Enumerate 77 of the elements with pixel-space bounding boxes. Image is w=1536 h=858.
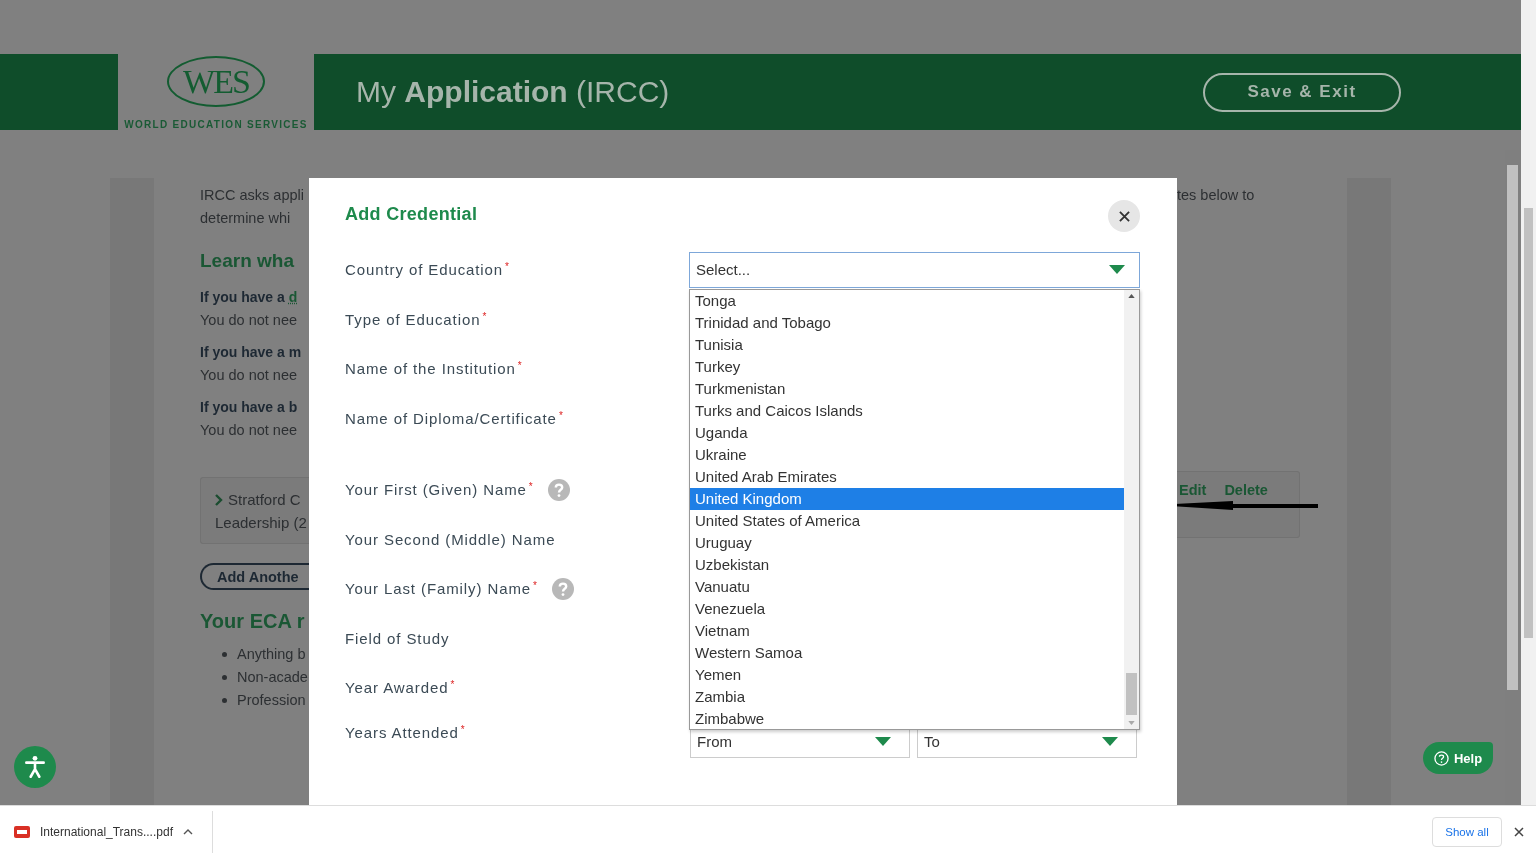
section-heading: Learn wha (200, 250, 295, 272)
pdf-file-icon (14, 826, 30, 838)
note-text: You do not nee (200, 421, 299, 440)
dropdown-option[interactable]: Turkey (690, 356, 1124, 378)
dropdown-option[interactable]: Tunisia (690, 334, 1124, 356)
field-label: Your Second (Middle) Name (345, 530, 556, 548)
accessibility-icon (22, 754, 48, 780)
intro-text: IRCC asks appli (200, 186, 305, 205)
dropdown-option[interactable]: Tonga (690, 290, 1124, 312)
page-title: My Application (IRCC) (356, 75, 670, 109)
dropdown-option[interactable]: Vanuatu (690, 576, 1124, 598)
field-label: Type of Education* (345, 310, 488, 328)
dropdown-option[interactable]: United Arab Emirates (690, 466, 1124, 488)
bullet-icon (222, 675, 227, 680)
dropdown-option[interactable]: Trinidad and Tobago (690, 312, 1124, 334)
field-label: Name of Diploma/Certificate* (345, 409, 564, 427)
note-heading: If you have a b (200, 398, 299, 417)
scrollbar[interactable] (1521, 0, 1536, 805)
scrollbar-thumb[interactable] (1126, 673, 1137, 715)
bullet-icon (222, 698, 227, 703)
intro-text: tes below to (1177, 186, 1256, 205)
dropdown-option[interactable]: Turks and Caicos Islands (690, 400, 1124, 422)
credential-name: Stratford C (228, 490, 301, 510)
note-text: You do not nee (200, 366, 299, 385)
close-button[interactable] (1108, 200, 1140, 232)
caret-icon (875, 736, 891, 746)
caret-icon (1109, 265, 1125, 275)
intro-text: determine whi (200, 209, 292, 228)
dropdown-option[interactable]: United States of America (690, 510, 1124, 532)
dropdown-option[interactable]: Zambia (690, 686, 1124, 708)
dropdown-option[interactable]: Venezuela (690, 598, 1124, 620)
download-file-name[interactable]: International_Trans....pdf (40, 825, 173, 839)
note-text: You do not nee (200, 311, 299, 330)
dropdown-option[interactable]: Turkmenistan (690, 378, 1124, 400)
logo-text: WORLD EDUCATION SERVICES (124, 119, 308, 130)
field-label: Year Awarded* (345, 679, 456, 697)
field-label: Field of Study (345, 629, 450, 647)
scrollbar-thumb[interactable] (1507, 165, 1518, 690)
note-heading: If you have a d (200, 288, 299, 307)
dropdown-option[interactable]: Ukraine (690, 444, 1124, 466)
close-icon[interactable] (1514, 827, 1524, 837)
accessibility-button[interactable] (14, 746, 56, 788)
list-item: Profession (237, 691, 306, 710)
show-all-button[interactable]: Show all (1432, 817, 1502, 847)
help-icon[interactable] (551, 577, 574, 600)
dropdown-option[interactable]: Vietnam (690, 620, 1124, 642)
field-label: Your Last (Family) Name* (345, 580, 538, 598)
list-item: Non-acade (237, 668, 308, 687)
dropdown-option[interactable]: Yemen (690, 664, 1124, 686)
scroll-down-icon[interactable] (1128, 721, 1135, 725)
list-item: Anything b (237, 645, 306, 664)
question-icon (1433, 750, 1449, 766)
dropdown-option[interactable]: Uganda (690, 422, 1124, 444)
dropdown-option[interactable]: United Kingdom (690, 488, 1124, 510)
scroll-up-icon[interactable] (1128, 294, 1135, 298)
field-label: Your First (Given) Name* (345, 481, 534, 499)
scrollbar[interactable] (1124, 290, 1139, 729)
field-label: Name of the Institution* (345, 360, 523, 378)
country-select[interactable]: Select... (689, 251, 1140, 288)
help-icon[interactable] (547, 478, 570, 501)
field-label: Years Attended* (345, 723, 466, 741)
section-heading: Your ECA r (200, 610, 306, 633)
bullet-icon (222, 652, 227, 657)
scrollbar-thumb[interactable] (1524, 208, 1533, 638)
save-exit-button[interactable]: Save & Exit (1203, 72, 1401, 112)
dropdown-option[interactable]: Uzbekistan (690, 554, 1124, 576)
chevron-icon[interactable] (215, 493, 223, 506)
dialog-title: Add Credential (345, 203, 478, 226)
caret-icon (1102, 736, 1118, 746)
credential-detail: Leadership (2 (215, 513, 308, 533)
help-button[interactable]: Help (1423, 742, 1493, 774)
note-heading: If you have a m (200, 343, 303, 362)
field-label: Country of Education* (345, 261, 510, 279)
dropdown-option[interactable]: Uruguay (690, 532, 1124, 554)
dropdown-option[interactable]: Western Samoa (690, 642, 1124, 664)
caret-up-icon[interactable] (182, 829, 193, 835)
close-icon (1118, 210, 1130, 222)
